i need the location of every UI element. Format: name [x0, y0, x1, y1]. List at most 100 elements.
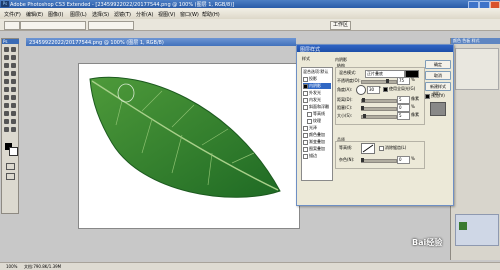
- distance-label: 距离(D):: [337, 97, 353, 102]
- style-item-stroke[interactable]: 描边: [303, 153, 331, 159]
- eyedropper-icon[interactable]: [11, 119, 16, 124]
- angle-dial-icon[interactable]: [356, 85, 366, 95]
- choke-slider-thumb[interactable]: [361, 106, 364, 110]
- notes-tool-icon[interactable]: [4, 119, 9, 124]
- quick-mask-icon[interactable]: [6, 163, 15, 170]
- lasso-tool-icon[interactable]: [4, 55, 9, 60]
- noise-slider[interactable]: [361, 159, 397, 163]
- menu-filter[interactable]: 滤镜(T): [114, 11, 131, 18]
- checkbox-checked-icon[interactable]: [425, 93, 430, 99]
- screen-mode-icon[interactable]: [6, 173, 15, 180]
- checkbox-icon[interactable]: [307, 111, 312, 117]
- blur-tool-icon[interactable]: [4, 95, 9, 100]
- workspace-button[interactable]: 工作区: [330, 21, 352, 30]
- menu-help[interactable]: 帮助(H): [202, 11, 220, 18]
- layer-thumbnail[interactable]: [459, 222, 467, 230]
- background-color-swatch[interactable]: [9, 147, 18, 156]
- move-tool-icon[interactable]: [4, 47, 9, 52]
- panel-tabs[interactable]: 颜色 色板 样式: [451, 38, 500, 44]
- zoom-tool-icon[interactable]: [11, 127, 16, 132]
- slice-tool-icon[interactable]: [11, 63, 16, 68]
- style-item-color-overlay[interactable]: 颜色叠加: [303, 132, 331, 138]
- tab-styles[interactable]: 样式: [472, 38, 480, 43]
- noise-input[interactable]: 0: [397, 156, 410, 164]
- dodge-tool-icon[interactable]: [11, 95, 16, 100]
- checkbox-icon[interactable]: [303, 132, 308, 138]
- menu-edit[interactable]: 编辑(E): [26, 11, 43, 18]
- menu-layer[interactable]: 图层(L): [70, 11, 87, 18]
- checkbox-icon[interactable]: [303, 153, 308, 159]
- menu-window[interactable]: 窗口(W): [180, 11, 199, 18]
- style-item-inner-shadow[interactable]: 内阴影: [303, 83, 331, 89]
- hand-tool-icon[interactable]: [4, 127, 9, 132]
- antialias-checkbox[interactable]: 消除锯齿(L): [379, 145, 406, 151]
- new-style-button[interactable]: 新建样式(W)...: [425, 82, 451, 96]
- checkbox-icon[interactable]: [379, 145, 384, 151]
- opacity-input[interactable]: 75: [397, 77, 410, 85]
- checkbox-checked-icon[interactable]: [303, 83, 308, 89]
- checkbox-icon[interactable]: [307, 118, 312, 124]
- pen-tool-icon[interactable]: [4, 103, 9, 108]
- options-field-2[interactable]: [88, 21, 134, 30]
- menu-select[interactable]: 选择(S): [92, 11, 109, 18]
- brush-tool-icon[interactable]: [11, 71, 16, 76]
- choke-input[interactable]: 0: [397, 104, 410, 112]
- tab-swatches[interactable]: 色板: [462, 38, 470, 43]
- marquee-tool-icon[interactable]: [11, 47, 16, 52]
- size-slider-thumb[interactable]: [363, 114, 366, 118]
- checkbox-checked-icon[interactable]: [383, 86, 388, 92]
- cancel-button[interactable]: 取消: [425, 71, 451, 80]
- document-tab[interactable]: 23459922022/20177544.png @ 100% (图层 1, R…: [26, 38, 296, 46]
- document-tab-label: 23459922022/20177544.png @ 100% (图层 1, R…: [29, 40, 164, 46]
- size-slider[interactable]: [361, 115, 397, 119]
- tab-color[interactable]: 颜色: [453, 38, 461, 43]
- size-input[interactable]: 5: [397, 112, 410, 120]
- magic-wand-icon[interactable]: [11, 55, 16, 60]
- noise-slider-thumb[interactable]: [361, 158, 364, 162]
- style-item-label: 渐变叠加: [309, 139, 325, 144]
- menu-analysis[interactable]: 分析(A): [136, 11, 153, 18]
- style-item-pattern-overlay[interactable]: 图案叠加: [303, 146, 331, 152]
- checkbox-icon[interactable]: [303, 104, 308, 110]
- distance-input[interactable]: 5: [397, 96, 410, 104]
- type-tool-icon[interactable]: [11, 103, 16, 108]
- style-item-inner-glow[interactable]: 内发光: [303, 97, 331, 103]
- distance-slider[interactable]: [361, 99, 397, 103]
- menu-file[interactable]: 文件(F): [4, 11, 21, 18]
- zoom-level[interactable]: 100%: [6, 264, 17, 269]
- history-brush-icon[interactable]: [11, 79, 16, 84]
- opacity-slider-thumb[interactable]: [386, 79, 389, 83]
- checkbox-icon[interactable]: [303, 139, 308, 145]
- style-item-satin[interactable]: 光泽: [303, 125, 331, 131]
- shape-tool-icon[interactable]: [11, 111, 16, 116]
- style-item-bevel-emboss[interactable]: 斜面和浮雕: [303, 104, 331, 110]
- opacity-slider[interactable]: [361, 80, 397, 84]
- menu-view[interactable]: 视图(V): [158, 11, 175, 18]
- gradient-tool-icon[interactable]: [11, 87, 16, 92]
- contour-picker[interactable]: [361, 143, 375, 154]
- distance-slider-thumb[interactable]: [362, 98, 365, 102]
- path-select-icon[interactable]: [4, 111, 9, 116]
- choke-slider[interactable]: [361, 107, 397, 111]
- eraser-tool-icon[interactable]: [4, 87, 9, 92]
- tool-preset-picker[interactable]: [4, 21, 20, 30]
- checkbox-icon[interactable]: [303, 76, 308, 82]
- global-light-checkbox[interactable]: 使用全局光(G): [383, 86, 415, 92]
- options-field[interactable]: [20, 21, 86, 30]
- menu-image[interactable]: 图像(I): [48, 11, 63, 18]
- preview-checkbox[interactable]: 预览(V): [425, 93, 445, 99]
- checkbox-icon[interactable]: [303, 125, 308, 131]
- checkbox-icon[interactable]: [303, 146, 308, 152]
- healing-brush-icon[interactable]: [4, 71, 9, 76]
- blending-options-item[interactable]: 混合选项:默认: [303, 69, 331, 75]
- checkbox-icon[interactable]: [303, 97, 308, 103]
- style-item-outer-glow[interactable]: 外发光: [303, 90, 331, 96]
- crop-tool-icon[interactable]: [4, 63, 9, 68]
- style-item-gradient-overlay[interactable]: 渐变叠加: [303, 139, 331, 145]
- style-item-contour[interactable]: 等高线: [307, 111, 335, 117]
- clone-stamp-icon[interactable]: [4, 79, 9, 84]
- style-item-texture[interactable]: 纹理: [307, 118, 335, 124]
- style-item-drop-shadow[interactable]: 投影: [303, 76, 331, 82]
- ok-button[interactable]: 确定: [425, 60, 451, 69]
- checkbox-icon[interactable]: [303, 90, 308, 96]
